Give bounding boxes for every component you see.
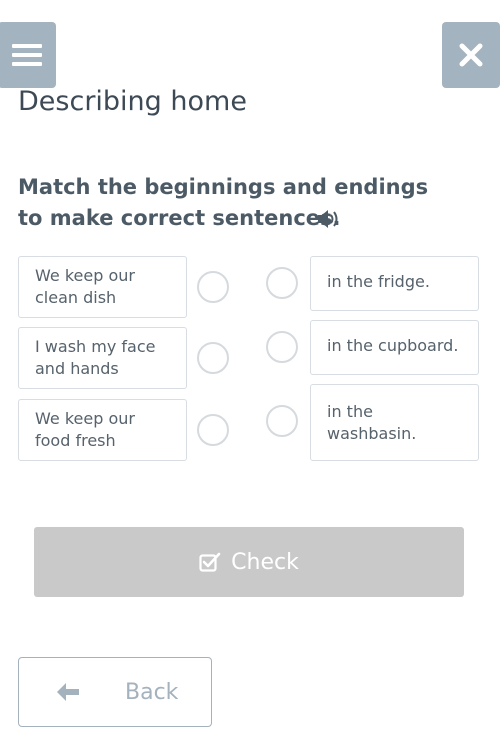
ending-card-3[interactable]: in the washbasin. [310, 384, 479, 461]
close-button[interactable] [442, 22, 500, 88]
menu-button[interactable] [0, 22, 56, 88]
back-button[interactable]: Back [18, 657, 212, 727]
ending-card-text: in the cupboard. [327, 336, 459, 355]
ending-card-2[interactable]: in the cupboard. [310, 320, 479, 375]
beginning-radio-1[interactable] [197, 271, 229, 303]
beginning-radio-3[interactable] [197, 414, 229, 446]
beginning-card-text: We keep our food fresh [35, 409, 135, 450]
back-button-label: Back [125, 679, 179, 705]
beginning-card-3[interactable]: We keep our food fresh [18, 399, 187, 461]
beginning-card-text: I wash my face and hands [35, 337, 156, 378]
check-button[interactable]: Check [34, 527, 464, 597]
beginning-card-text: We keep our clean dish [35, 266, 135, 307]
hamburger-icon [12, 39, 42, 71]
close-icon [459, 43, 483, 67]
speaker-icon[interactable] [316, 208, 342, 230]
ending-card-1[interactable]: in the fridge. [310, 256, 479, 311]
checkbox-check-icon [199, 552, 221, 572]
page-title: Describing home [18, 86, 247, 117]
arrow-left-icon [55, 682, 81, 702]
beginning-card-1[interactable]: We keep our clean dish [18, 256, 187, 318]
beginning-radio-2[interactable] [197, 342, 229, 374]
ending-radio-1[interactable] [266, 267, 298, 299]
check-button-label: Check [231, 549, 299, 575]
ending-radio-2[interactable] [266, 331, 298, 363]
ending-card-text: in the fridge. [327, 272, 430, 291]
instructions-text: Match the beginnings and endings to make… [18, 175, 429, 230]
beginning-card-2[interactable]: I wash my face and hands [18, 327, 187, 389]
ending-radio-3[interactable] [266, 405, 298, 437]
ending-card-text: in the washbasin. [327, 402, 417, 443]
